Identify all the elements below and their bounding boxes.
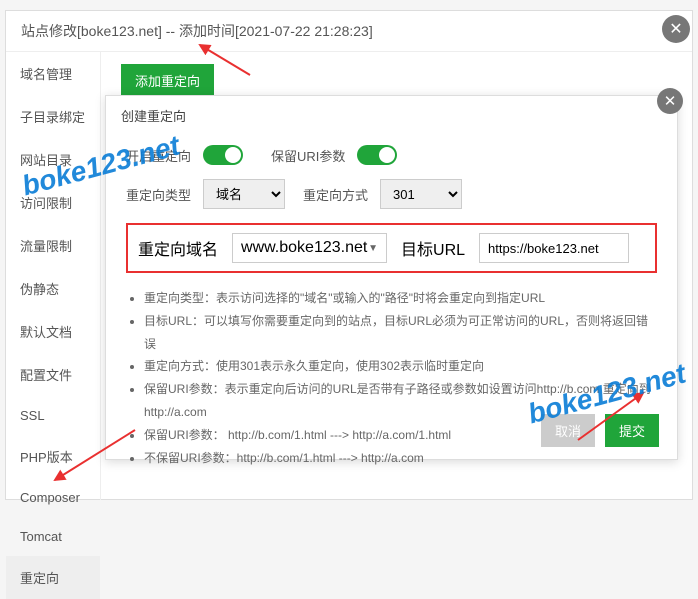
sidebar-item-default-doc[interactable]: 默认文档: [6, 310, 100, 353]
sidebar-item-redirect[interactable]: 重定向: [6, 556, 100, 599]
note-item: 目标URL：可以填写你需要重定向到的站点，目标URL必须为可正常访问的URL，否…: [144, 310, 657, 356]
redirect-type-label: 重定向类型: [126, 185, 191, 204]
redirect-type-select[interactable]: 域名: [203, 179, 285, 209]
enable-redirect-label: 开启重定向: [126, 146, 191, 165]
footer-buttons: 取消 提交: [541, 414, 659, 447]
note-item: 重定向方式：使用301表示永久重定向，使用302表示临时重定向: [144, 355, 657, 378]
sidebar-item-rewrite[interactable]: 伪静态: [6, 267, 100, 310]
note-item: 不保留URI参数：http://b.com/1.html ---> http:/…: [144, 447, 657, 470]
close-icon[interactable]: ✕: [662, 15, 690, 43]
cancel-button[interactable]: 取消: [541, 414, 595, 447]
enable-redirect-toggle[interactable]: [203, 145, 243, 165]
sidebar-item-php[interactable]: PHP版本: [6, 435, 100, 478]
redirect-method-label: 重定向方式: [303, 185, 368, 204]
add-redirect-button[interactable]: 添加重定向: [121, 64, 214, 97]
keep-uri-label: 保留URI参数: [271, 146, 345, 165]
sidebar-item-composer[interactable]: Composer: [6, 478, 100, 517]
highlight-box: 重定向域名 www.boke123.net ▼ 目标URL: [126, 223, 657, 273]
redirect-domain-dropdown[interactable]: www.boke123.net ▼: [232, 233, 387, 263]
redirect-method-select[interactable]: 301: [380, 179, 462, 209]
modal-title: 站点修改[boke123.net] -- 添加时间[2021-07-22 21:…: [6, 11, 692, 52]
close-icon[interactable]: ✕: [657, 88, 683, 114]
inner-modal-title: 创建重定向: [106, 96, 677, 135]
target-url-input[interactable]: [479, 233, 629, 263]
type-row: 重定向类型 域名 重定向方式 301: [126, 179, 657, 209]
create-redirect-modal: ✕ 创建重定向 开启重定向 保留URI参数 重定向类型 域名 重定向方式 301…: [105, 95, 678, 460]
sidebar-item-sitedir[interactable]: 网站目录: [6, 138, 100, 181]
note-item: 重定向类型：表示访问选择的"域名"或输入的"路径"时将会重定向到指定URL: [144, 287, 657, 310]
sidebar-item-traffic[interactable]: 流量限制: [6, 224, 100, 267]
sidebar: 域名管理 子目录绑定 网站目录 访问限制 流量限制 伪静态 默认文档 配置文件 …: [6, 52, 101, 500]
target-url-label: 目标URL: [401, 236, 465, 260]
submit-button[interactable]: 提交: [605, 414, 659, 447]
sidebar-item-subdir[interactable]: 子目录绑定: [6, 95, 100, 138]
sidebar-item-access[interactable]: 访问限制: [6, 181, 100, 224]
sidebar-item-tomcat[interactable]: Tomcat: [6, 517, 100, 556]
toggle-row: 开启重定向 保留URI参数: [126, 145, 657, 165]
sidebar-item-ssl[interactable]: SSL: [6, 396, 100, 435]
caret-down-icon: ▼: [368, 243, 378, 254]
redirect-domain-label: 重定向域名: [138, 236, 218, 260]
sidebar-item-domain[interactable]: 域名管理: [6, 52, 100, 95]
sidebar-item-config[interactable]: 配置文件: [6, 353, 100, 396]
keep-uri-toggle[interactable]: [357, 145, 397, 165]
redirect-domain-value: www.boke123.net: [241, 239, 367, 257]
